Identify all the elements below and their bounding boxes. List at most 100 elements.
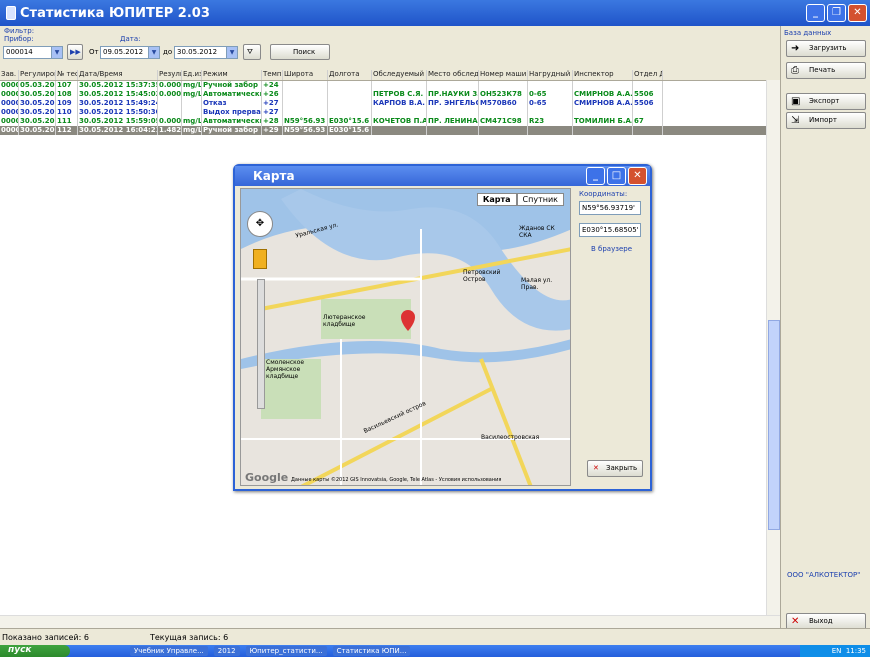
export-icon: ▣ [791, 96, 801, 107]
table-cell [182, 108, 202, 117]
table-cell: ТОМИЛИН Б.А. [574, 117, 633, 126]
dialog-maximize-button[interactable]: □ [607, 167, 626, 185]
dialog-minimize-button[interactable]: _ [586, 167, 605, 185]
table-cell: 000014 [0, 117, 19, 126]
table-cell: +27 [262, 99, 283, 108]
table-cell [328, 108, 372, 117]
from-date-select[interactable]: 09.05.2012 ▼ [100, 46, 160, 59]
table-cell: КАРПОВ В.А. [372, 99, 427, 108]
table-row[interactable]: 00001430.05.201211030.05.2012 15:50:30 Вы… [0, 108, 780, 117]
device-select[interactable]: 000014 ▼ [3, 46, 63, 59]
table-cell: 30.05.2012 15:50:30 [79, 108, 158, 117]
system-tray: EN 11:35 [800, 645, 870, 657]
table-cell [427, 81, 479, 90]
load-button[interactable]: ➜ Загрузить [786, 40, 866, 57]
table-cell [573, 81, 633, 90]
vertical-scrollbar[interactable] [766, 80, 780, 615]
table-cell: СМ471С98 [479, 117, 528, 126]
pegman-icon[interactable] [253, 249, 267, 269]
table-cell: 109 [56, 99, 78, 108]
task-item[interactable]: 2012 [213, 646, 240, 656]
table-cell [479, 81, 528, 90]
google-logo: Google [245, 471, 289, 484]
table-cell: 0.000 [159, 90, 182, 99]
table-cell [633, 108, 663, 117]
table-row[interactable]: 00001430.05.201210830.05.2012 15:45:030.… [0, 90, 780, 99]
table-cell: 30.05.2012 [20, 90, 56, 99]
import-button[interactable]: ⇲ Импорт [786, 112, 866, 129]
map-attribution[interactable]: Данные карты ©2012 GIS Innovatsia, Googl… [291, 477, 501, 483]
table-row[interactable]: 00001430.05.201210930.05.2012 15:49:24 От… [0, 99, 780, 108]
filter-label: Фильтр: [4, 27, 35, 35]
task-item[interactable]: Учебник Управле... [130, 646, 208, 656]
table-cell [479, 126, 528, 135]
table-cell [283, 108, 328, 117]
table-cell: Ручной забор [202, 81, 262, 90]
table-cell [633, 126, 663, 135]
table-cell [479, 108, 528, 117]
table-cell: М570В60 [479, 99, 528, 108]
table-cell [158, 99, 182, 108]
table-cell: 111 [56, 117, 78, 126]
table-cell: 000014 [0, 99, 19, 108]
browser-link[interactable]: В браузере [579, 245, 651, 253]
latitude-field[interactable]: N59°56.93719' [579, 201, 641, 215]
from-label: От [89, 48, 99, 56]
clock: 11:35 [845, 647, 866, 655]
export-button[interactable]: ▣ Экспорт [786, 93, 866, 110]
map-dialog: Карта _ □ ✕ Карта Спутник ✥ Уральская ул… [233, 164, 652, 491]
next-icon[interactable]: ▶▶ [67, 44, 83, 60]
table-cell [283, 90, 328, 99]
table-cell: ПЕТРОВ С.Я. [372, 90, 427, 99]
table-cell [528, 81, 573, 90]
table-cell [328, 90, 372, 99]
table-row[interactable]: 00001430.05.201211230.05.2012 16:04:211.… [0, 126, 780, 135]
dialog-close-button[interactable]: ✕ [628, 167, 647, 185]
table-cell: ПР. ЛЕНИНА [428, 117, 479, 126]
print-button[interactable]: ⎙ Печать [786, 62, 866, 79]
table-cell [283, 99, 328, 108]
table-header: Зав. № Регулировка № теста Дата/Время Ре… [0, 70, 780, 81]
pan-control-icon[interactable]: ✥ [247, 211, 273, 237]
table-cell: E030°15.6 [328, 117, 372, 126]
load-icon: ➜ [791, 43, 800, 54]
table-cell: 05.03.2012 [20, 81, 56, 90]
table-cell: КОЧЕТОВ П.А. [373, 117, 427, 126]
map-view[interactable]: Карта Спутник ✥ Уральская ул. Лютеранско… [240, 188, 571, 486]
start-button[interactable]: пуск [0, 645, 70, 657]
task-item[interactable]: Статистика ЮПИ... [332, 646, 411, 656]
close-button[interactable]: ✕ [848, 4, 867, 22]
horizontal-scrollbar[interactable] [0, 615, 780, 628]
tab-satellite[interactable]: Спутник [516, 193, 564, 206]
table-cell: Автоматический [202, 117, 262, 126]
table-cell: ПР.НАУКИ 35 [428, 90, 479, 99]
right-panel: База данных ➜ Загрузить ⎙ Печать ▣ Экспорт … [780, 26, 870, 645]
search-button[interactable]: Поиск [270, 44, 330, 60]
table-cell: 30.05.2012 [20, 126, 56, 135]
table-cell: 30.05.2012 [20, 99, 56, 108]
zoom-slider[interactable] [257, 279, 265, 409]
table-cell: +27 [262, 108, 283, 117]
table-cell [573, 108, 633, 117]
longitude-field[interactable]: E030°15.68505' [579, 223, 641, 237]
filter-icon[interactable]: ⛛ [243, 44, 261, 60]
app-icon [6, 6, 16, 20]
table-cell [328, 99, 372, 108]
map-close-button[interactable]: ✕ Закрыть [587, 460, 643, 477]
table-cell: 110 [56, 108, 78, 117]
to-date-select[interactable]: 30.05.2012 ▼ [174, 46, 238, 59]
map-label: Жданов СК СКА [519, 225, 555, 239]
table-cell: +29 [262, 126, 283, 135]
task-item[interactable]: Юпитер_статисти... [245, 646, 327, 656]
printer-icon: ⎙ [791, 65, 799, 76]
maximize-button[interactable]: ❐ [827, 4, 846, 22]
table-row[interactable]: 00001430.05.201211130.05.2012 15:59:050.… [0, 117, 780, 126]
table-cell: ПР. ЭНГЕЛЬС [428, 99, 479, 108]
table-row[interactable]: 00001405.03.201210730.05.2012 15:37:350.… [0, 81, 780, 90]
table-cell: 67 [633, 117, 663, 126]
table-cell: 1.482 [159, 126, 182, 135]
scroll-thumb[interactable] [768, 320, 780, 530]
minimize-button[interactable]: _ [806, 4, 825, 22]
tab-map[interactable]: Карта [476, 193, 517, 206]
table-cell: 000014 [0, 126, 19, 135]
